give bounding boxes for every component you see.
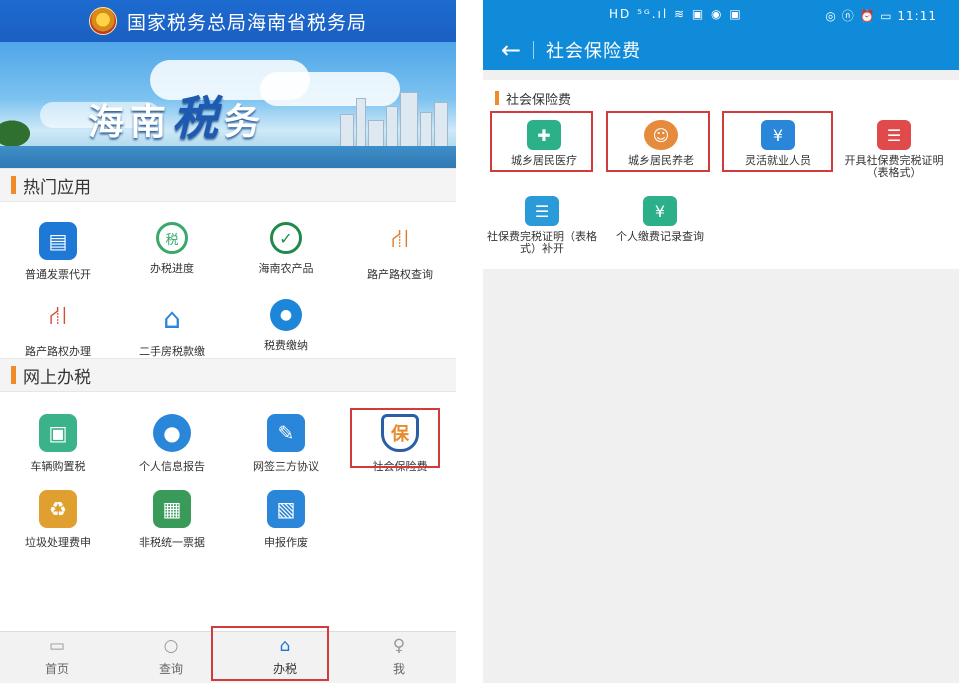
header-title: 国家税务总局海南省税务局	[126, 11, 367, 34]
vehicle-tax-icon: ▣	[39, 414, 77, 452]
search-icon: ○	[163, 636, 179, 656]
status-left-icons: HD ⁵ᴳ.ıl ≋ ▣ ◉ ▣	[609, 7, 743, 21]
status-right-info: ◎ ⓝ ⏰ ▭ 11:11	[825, 9, 937, 23]
road-handle-icon: ⛙	[39, 299, 77, 337]
service-payment-record[interactable]: ¥ 个人缴费记录查询	[601, 196, 719, 260]
right-app-screen: HD ⁵ᴳ.ıl ≋ ▣ ◉ ▣ ◎ ⓝ ⏰ ▭ 11:11 ← 社会保险费 社…	[483, 0, 959, 683]
road-search-icon: ⛙	[381, 222, 419, 260]
app-nontax-bill[interactable]: ▦ 非税统一票据	[122, 490, 222, 558]
tab-home[interactable]: ▭ 首页	[0, 636, 114, 682]
nav-bar: ← 社会保险费	[483, 30, 959, 70]
flexible-employment-highlight	[722, 111, 833, 172]
national-emblem-icon	[88, 7, 117, 35]
social-insurance-highlight	[350, 408, 440, 468]
user-icon: ♀	[392, 636, 406, 656]
back-arrow-icon[interactable]: ←	[497, 36, 525, 64]
app-garbage-fee[interactable]: ♻ 垃圾处理费申	[8, 490, 108, 558]
left-app-screen: 国家税务总局海南省税务局 海南税务 热门应用 ▤ 普通发票代开 税 办税进度 ✓…	[0, 0, 456, 683]
app-person-info[interactable]: ● 个人信息报告	[122, 414, 222, 482]
agri-product-icon: ✓	[270, 222, 302, 254]
pension-highlight	[606, 111, 710, 172]
payment-record-icon: ¥	[643, 196, 677, 226]
medical-highlight	[490, 111, 593, 172]
tab-me[interactable]: ♀ 我	[342, 636, 456, 682]
tax-progress-icon: 税	[156, 222, 188, 254]
app-vehicle-tax[interactable]: ▣ 车辆购置税	[8, 414, 108, 482]
app-tax-progress[interactable]: 税 办税进度	[122, 222, 222, 290]
section-hot-apps: 热门应用	[0, 168, 456, 202]
section-title: 网上办税	[23, 367, 91, 388]
app-road-search[interactable]: ⛙ 路产路权查询	[350, 222, 450, 290]
person-info-icon: ●	[153, 414, 191, 452]
tax-tab-highlight	[211, 626, 329, 681]
declare-void-icon: ▧	[267, 490, 305, 528]
social-insurance-panel: 社会保险费 ✚ 城乡居民医疗 ☺ 城乡居民养老 ¥ 灵活就业人员 ☰ 开具社保费…	[483, 80, 959, 269]
screenshot-root: 国家税务总局海南省税务局 海南税务 热门应用 ▤ 普通发票代开 税 办税进度 ✓…	[0, 0, 959, 683]
app-tax-pay[interactable]: ● 税费缴纳	[236, 299, 336, 367]
app-invoice[interactable]: ▤ 普通发票代开	[8, 222, 108, 290]
app-house-tax[interactable]: ⌂ 二手房税款缴	[122, 299, 222, 367]
panel-header: 社会保险费	[483, 88, 571, 108]
nontax-bill-icon: ▦	[153, 490, 191, 528]
app-sign-agreement[interactable]: ✎ 网签三方协议	[236, 414, 336, 482]
certificate-reissue-icon: ☰	[525, 196, 559, 226]
page-title: 社会保险费	[546, 41, 641, 62]
section-online-tax: 网上办税	[0, 358, 456, 392]
garbage-fee-icon: ♻	[39, 490, 77, 528]
app-declare-void[interactable]: ▧ 申报作废	[236, 490, 336, 558]
tax-pay-icon: ●	[270, 299, 302, 331]
service-certificate-reissue[interactable]: ☰ 社保费完税证明（表格式）补开	[483, 196, 601, 260]
app-header: 国家税务总局海南省税务局	[0, 0, 456, 42]
section-title: 热门应用	[23, 177, 91, 198]
hainan-tax-banner[interactable]: 海南税务	[0, 42, 456, 168]
app-agri-product[interactable]: ✓ 海南农产品	[236, 222, 336, 290]
service-certificate[interactable]: ☰ 开具社保费完税证明（表格式）	[835, 120, 953, 184]
home-icon: ▭	[48, 636, 66, 656]
banner-title: 海南税务	[88, 91, 267, 145]
sign-agreement-icon: ✎	[267, 414, 305, 452]
app-road-handle[interactable]: ⛙ 路产路权办理	[8, 299, 108, 367]
certificate-icon: ☰	[877, 120, 911, 150]
house-icon: ⌂	[153, 299, 191, 337]
status-bar: HD ⁵ᴳ.ıl ≋ ▣ ◉ ▣ ◎ ⓝ ⏰ ▭ 11:11	[483, 0, 959, 30]
invoice-icon: ▤	[39, 222, 77, 260]
